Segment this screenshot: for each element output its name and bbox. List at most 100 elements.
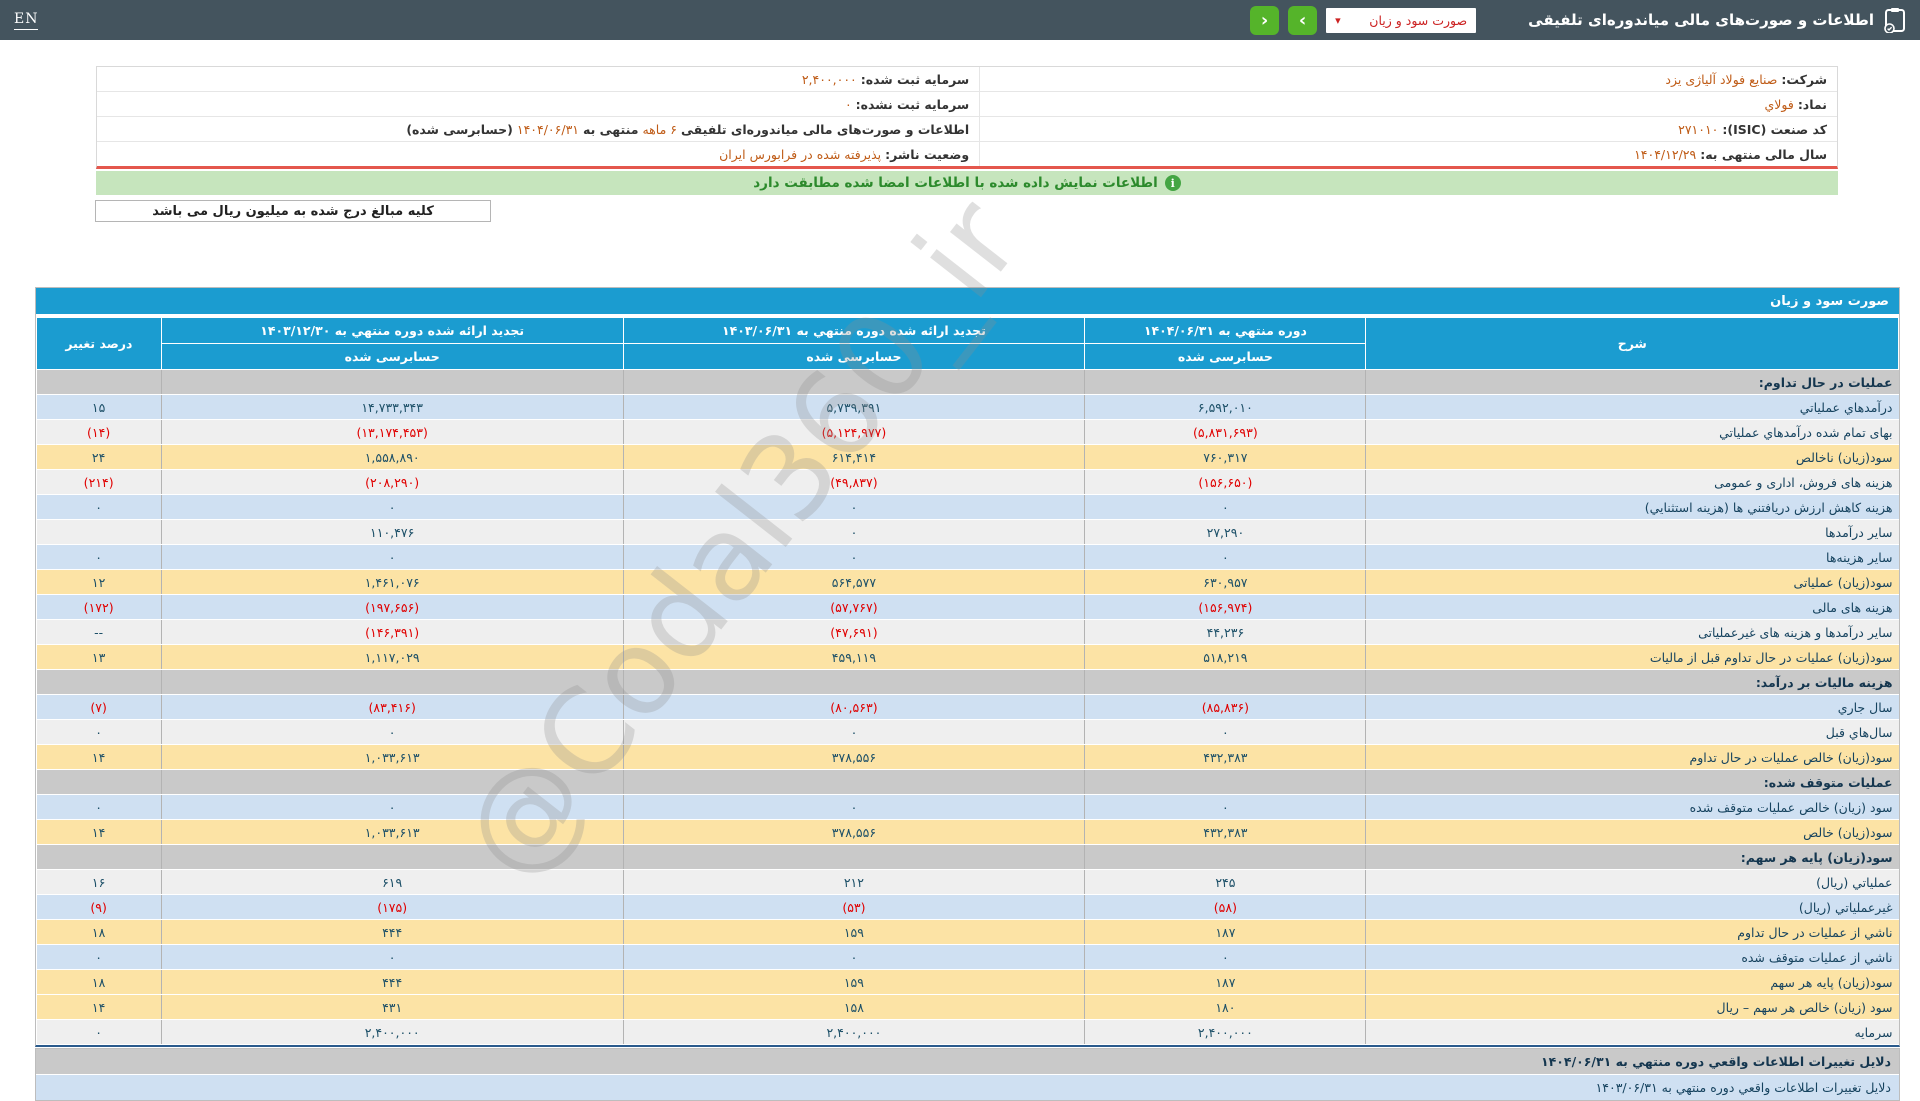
value-cell: (۱۴) — [37, 420, 162, 445]
section-header-row: عملیات متوقف شده: — [37, 770, 1899, 795]
value-cell: (۱۳,۱۷۴,۴۵۳) — [161, 420, 623, 445]
value-cell: (۵,۸۳۱,۶۹۳) — [1085, 420, 1366, 445]
value-cell: (۹) — [37, 895, 162, 920]
row-description: غیرعملیاتي (ريال) — [1366, 895, 1899, 920]
table-row: سود(زیان) پایه هر سهم۱۸۷۱۵۹۴۴۴۱۸ — [37, 970, 1899, 995]
table-row: سایر درآمدها۲۷,۲۹۰۰۱۱۰,۴۷۶ — [37, 520, 1899, 545]
value-cell: ۰ — [1085, 945, 1366, 970]
company-info-cell: وضعیت ناشر: پذیرفته شده در فرابورس ایران — [97, 142, 979, 166]
currency-unit-note: کلیه مبالغ درج شده به میلیون ریال می باش… — [95, 200, 491, 222]
value-cell: ۴۳۲,۳۸۳ — [1085, 820, 1366, 845]
table-row: سال‌هاي قبل۰۰۰۰ — [37, 720, 1899, 745]
value-cell: (۵۳) — [623, 895, 1085, 920]
audited-label: حسابرسی شده — [623, 344, 1085, 370]
statement-type-dropdown[interactable]: صورت سود و زیان ▾ — [1326, 8, 1476, 33]
value-cell: ۰ — [623, 720, 1085, 745]
value-cell: (۸۳,۴۱۶) — [161, 695, 623, 720]
value-cell: ۰ — [623, 545, 1085, 570]
row-description: سود(زیان) خالص عملیات در حال تداوم — [1366, 745, 1899, 770]
section-header-row: سود(زیان) پایه هر سهم: — [37, 845, 1899, 870]
column-header-change-percent: درصد تغییر — [37, 318, 162, 370]
value-cell: ۰ — [1085, 795, 1366, 820]
row-description: سایر هزینه‌ها — [1366, 545, 1899, 570]
value-cell: ۱,۵۵۸,۸۹۰ — [161, 445, 623, 470]
previous-statement-button[interactable]: ‹ — [1250, 6, 1279, 35]
value-cell: (۱۵۶,۹۷۴) — [1085, 595, 1366, 620]
value-cell: (۱۹۷,۶۵۶) — [161, 595, 623, 620]
value-cell: ۰ — [623, 520, 1085, 545]
top-navigation-bar: اطلاعات و صورت‌های مالی میاندوره‌ای تلفی… — [0, 0, 1920, 40]
value-cell: ۰ — [37, 720, 162, 745]
value-cell: ۰ — [161, 545, 623, 570]
column-header-restated-prior-year: تجدید ارائه شده دوره منتهي به ۱۴۰۳/۱۲/۳۰ — [161, 318, 623, 344]
value-cell: ۱,۴۶۱,۰۷۶ — [161, 570, 623, 595]
table-row: هزینه کاهش ارزش دریافتني ها (هزینه استثن… — [37, 495, 1899, 520]
company-info-cell: شرکت: صنایع فولاد آلیاژی یزد — [979, 67, 1837, 91]
table-row: سود(زیان) خالص۴۳۲,۳۸۳۳۷۸,۵۵۶۱,۰۳۳,۶۱۳۱۴ — [37, 820, 1899, 845]
value-cell: ۰ — [1085, 720, 1366, 745]
value-cell: ۰ — [623, 495, 1085, 520]
column-header-current-period: دوره منتهي به ۱۴۰۴/۰۶/۳۱ — [1085, 318, 1366, 344]
income-statement-table: صورت سود و زیان شرح دوره منتهي به ۱۴۰۴/۰… — [35, 287, 1900, 1047]
table-row: سایر هزینه‌ها۰۰۰۰ — [37, 545, 1899, 570]
column-header-restated-prior-period: تجدید ارائه شده دوره منتهي به ۱۴۰۳/۰۶/۳۱ — [623, 318, 1085, 344]
chevron-down-icon: ▾ — [1335, 15, 1341, 26]
value-cell: ۰ — [161, 795, 623, 820]
company-info-cell: نماد: فولاي — [979, 92, 1837, 116]
value-cell: ۴۳۱ — [161, 995, 623, 1020]
info-icon: i — [1165, 175, 1181, 191]
row-description: سود(زیان) عملیاتی — [1366, 570, 1899, 595]
next-statement-button[interactable]: › — [1288, 6, 1317, 35]
value-cell: ۰ — [161, 495, 623, 520]
value-cell: ۱۴ — [37, 820, 162, 845]
value-cell: ۴۵۹,۱۱۹ — [623, 645, 1085, 670]
row-description: سال جاري — [1366, 695, 1899, 720]
value-cell: ۴۴۴ — [161, 970, 623, 995]
value-cell: (۵۷,۷۶۷) — [623, 595, 1085, 620]
value-cell: -- — [37, 620, 162, 645]
value-cell: ۲۴۵ — [1085, 870, 1366, 895]
table-row: سود(زیان) ناخالص۷۶۰,۳۱۷۶۱۴,۴۱۴۱,۵۵۸,۸۹۰۲… — [37, 445, 1899, 470]
row-description: سال‌هاي قبل — [1366, 720, 1899, 745]
value-cell: ۶,۵۹۲,۰۱۰ — [1085, 395, 1366, 420]
value-cell: ۴۴,۲۳۶ — [1085, 620, 1366, 645]
value-cell: ۰ — [1085, 495, 1366, 520]
value-cell: ۲۱۲ — [623, 870, 1085, 895]
value-cell: ۱۴,۷۳۳,۳۴۳ — [161, 395, 623, 420]
language-toggle-en[interactable]: EN — [14, 11, 38, 30]
row-description: عملیات متوقف شده: — [1366, 770, 1899, 795]
value-cell: ۳۷۸,۵۵۶ — [623, 820, 1085, 845]
statement-type-selected-value: صورت سود و زیان — [1369, 13, 1467, 28]
value-cell: ۰ — [161, 720, 623, 745]
value-cell: ۲۷,۲۹۰ — [1085, 520, 1366, 545]
value-cell: ۰ — [623, 795, 1085, 820]
value-cell: (۱۷۵) — [161, 895, 623, 920]
row-description: سایر درآمدها و هزینه های غیرعملیاتی — [1366, 620, 1899, 645]
page-title: اطلاعات و صورت‌های مالی میاندوره‌ای تلفی… — [1528, 11, 1874, 29]
value-cell: ۱۵ — [37, 395, 162, 420]
company-info-cell: اطلاعات و صورت‌های مالی میاندوره‌ای تلفی… — [97, 117, 979, 141]
row-description: سود(زیان) خالص — [1366, 820, 1899, 845]
row-description: سود(زیان) پایه هر سهم — [1366, 970, 1899, 995]
value-cell: ۱۶ — [37, 870, 162, 895]
row-description: سرمایه — [1366, 1020, 1899, 1045]
value-cell: ۰ — [37, 1020, 162, 1045]
company-info-row: کد صنعت (ISIC): ۲۷۱۰۱۰اطلاعات و صورت‌های… — [97, 117, 1837, 142]
value-cell: ۱,۰۳۳,۶۱۳ — [161, 820, 623, 845]
signature-match-notice: i اطلاعات نمایش داده شده با اطلاعات امضا… — [96, 171, 1838, 195]
table-row: ناشي از عملیات در حال تداوم۱۸۷۱۵۹۴۴۴۱۸ — [37, 920, 1899, 945]
section-header-row: عملیات در حال تداوم: — [37, 370, 1899, 395]
row-description: عملياتي (ريال) — [1366, 870, 1899, 895]
value-cell: ۰ — [37, 795, 162, 820]
company-info-cell: کد صنعت (ISIC): ۲۷۱۰۱۰ — [979, 117, 1837, 141]
row-description: سود(زیان) عملیات در حال تداوم قبل از مال… — [1366, 645, 1899, 670]
value-cell: ۵۱۸,۲۱۹ — [1085, 645, 1366, 670]
value-cell: ۰ — [1085, 545, 1366, 570]
row-description: هزینه های فروش، اداری و عمومی — [1366, 470, 1899, 495]
value-cell: ۰ — [37, 945, 162, 970]
row-description: ناشي از عملیات متوقف شده — [1366, 945, 1899, 970]
company-info-row: شرکت: صنایع فولاد آلیاژی یزدسرمایه ثبت ش… — [97, 67, 1837, 92]
value-cell: ۱۸۷ — [1085, 970, 1366, 995]
value-cell: ۶۱۹ — [161, 870, 623, 895]
table-row: سرمایه۲,۴۰۰,۰۰۰۲,۴۰۰,۰۰۰۲,۴۰۰,۰۰۰۰ — [37, 1020, 1899, 1045]
